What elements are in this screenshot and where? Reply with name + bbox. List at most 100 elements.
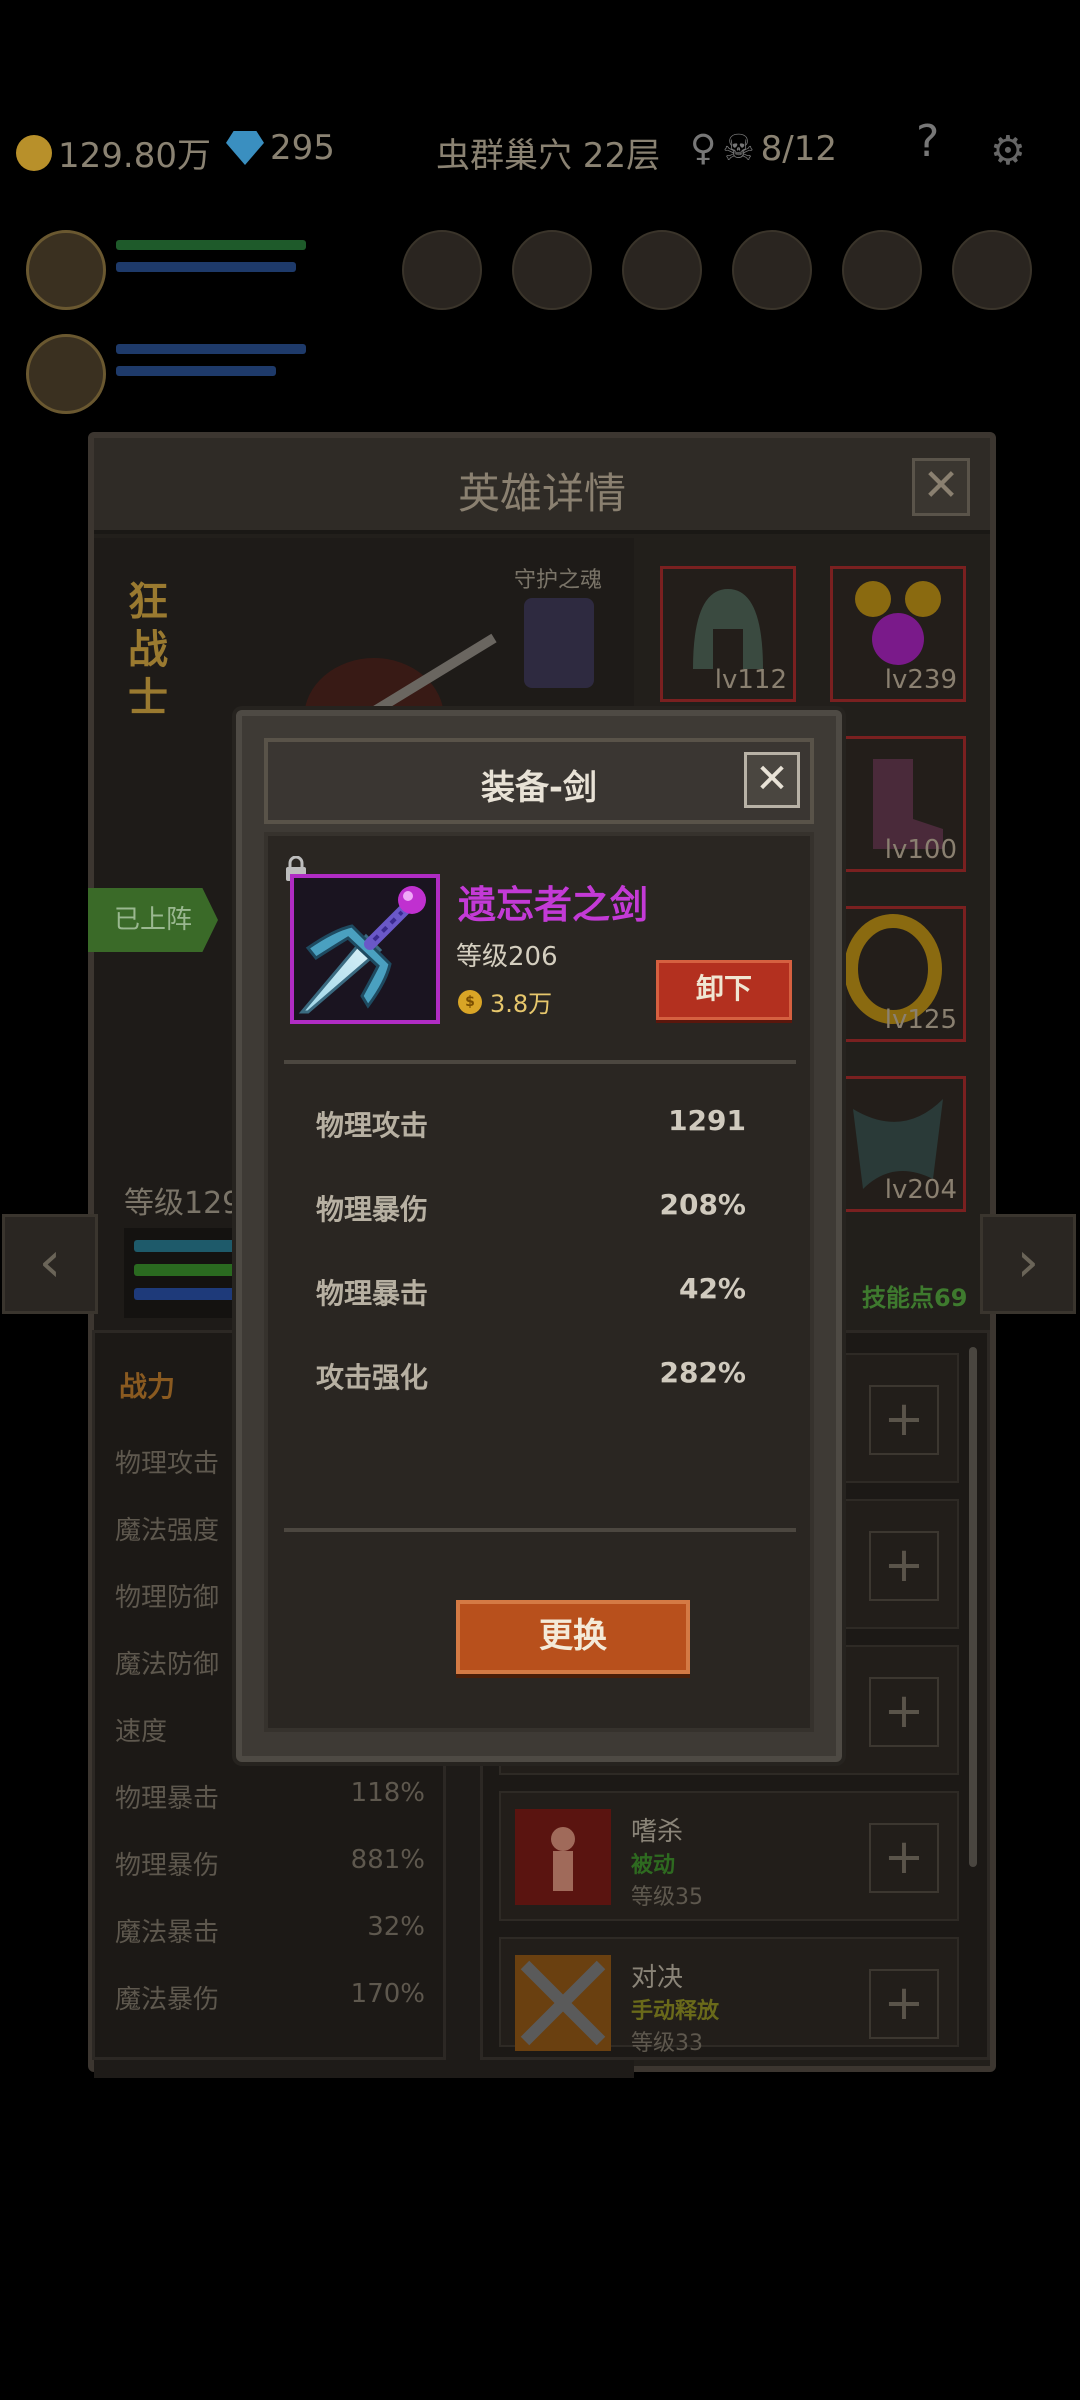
skill-level: 等级35 — [631, 1885, 703, 1910]
hero-details-close-button[interactable]: ✕ — [912, 458, 970, 516]
hero-portrait[interactable] — [26, 230, 106, 310]
item-name: 遗忘者之剑 — [458, 883, 649, 927]
item-price-value: 3.8万 — [490, 990, 553, 1018]
gold-coin-icon: $ — [458, 989, 482, 1014]
equip-slot-necklace[interactable]: lv239 — [830, 566, 966, 702]
next-hero-button[interactable]: › — [980, 1214, 1076, 1314]
equip-slot-offhand[interactable]: lv204 — [830, 1076, 966, 1212]
gem-amount: 295 — [270, 128, 335, 168]
mp-bar — [116, 366, 276, 376]
equip-level: lv125 — [884, 1005, 957, 1035]
close-button[interactable]: ✕ — [744, 752, 800, 808]
skill-type: 被动 — [631, 1853, 676, 1878]
stat-name: 魔法强度 — [115, 1516, 220, 1546]
stat-name: 魔法暴伤 — [115, 1985, 220, 2015]
unequip-button[interactable]: 卸下 — [656, 960, 792, 1020]
equip-slot-ring[interactable]: lv125 — [830, 906, 966, 1042]
gold-coin-icon — [16, 134, 52, 171]
upgrade-skill-button[interactable]: + — [869, 1823, 939, 1893]
attribute-name: 物理攻击 — [316, 1109, 429, 1142]
duel-skill-icon — [515, 1955, 611, 2051]
divider — [284, 1528, 796, 1532]
equip-level: lv100 — [884, 835, 957, 865]
skill-level: 等级33 — [631, 2031, 703, 2056]
attribute-name: 攻击强化 — [316, 1361, 429, 1394]
stat-row: 物理暴击 118% — [115, 1778, 425, 1815]
gem-icon — [226, 131, 264, 165]
guardian-soul-label: 守护之魂 — [514, 568, 603, 593]
stat-name: 物理攻击 — [115, 1449, 220, 1479]
skill-points: 技能点69 — [862, 1284, 968, 1312]
settings-icon[interactable]: ⚙ — [990, 128, 1026, 174]
stat-row: 物理暴伤 881% — [115, 1845, 425, 1882]
gem-counter: 295 — [226, 128, 335, 168]
skill-slot[interactable] — [402, 230, 482, 310]
guardian-soul-icon[interactable] — [524, 598, 594, 688]
attribute-value: 282% — [659, 1356, 746, 1389]
item-icon-frame[interactable] — [290, 874, 440, 1024]
equip-level: lv204 — [884, 1175, 957, 1205]
team-row — [0, 210, 1080, 414]
skill-slot[interactable] — [732, 230, 812, 310]
key-icon: ♀ — [690, 128, 717, 169]
equipment-dialog-body: 遗忘者之剑 等级206 $ 3.8万 卸下 物理攻击 1291 物理暴伤 208… — [264, 832, 814, 1732]
skill-slot[interactable] — [842, 230, 922, 310]
skill-name: 嗜杀 — [631, 1817, 684, 1847]
skill-slot[interactable] — [512, 230, 592, 310]
item-level: 等级206 — [456, 942, 558, 972]
attribute-value: 1291 — [668, 1104, 746, 1137]
previous-hero-button[interactable]: ‹ — [2, 1214, 98, 1314]
hp-bar — [116, 344, 306, 354]
attribute-name: 物理暴伤 — [316, 1193, 429, 1226]
divider — [284, 1060, 796, 1064]
stat-name: 物理暴击 — [115, 1784, 220, 1814]
key-counter: ♀ ☠ 8/12 — [690, 128, 837, 169]
bloodlust-skill-icon — [515, 1809, 611, 1905]
stat-value: 170% — [350, 1979, 425, 2009]
skill-type: 手动释放 — [631, 1999, 720, 2024]
attribute-row: 物理暴伤 208% — [316, 1188, 746, 1228]
skill-card: 对决 手动释放 等级33 + — [499, 1937, 959, 2056]
skill-slot[interactable] — [952, 230, 1032, 310]
hero-details-title: 英雄详情 — [457, 469, 626, 518]
stat-value: 32% — [367, 1912, 425, 1942]
attribute-row: 物理暴击 42% — [316, 1272, 746, 1312]
hero-portrait[interactable] — [26, 334, 106, 414]
item-price: $ 3.8万 — [458, 984, 552, 1019]
equipment-dialog: 装备-剑 ✕ 遗忘者之剑 等级206 $ 3.8万 卸下 物理攻击 1291 物… — [236, 710, 842, 1762]
upgrade-skill-button[interactable]: + — [869, 1385, 939, 1455]
stat-name: 魔法暴击 — [115, 1918, 220, 1948]
stat-name: 魔法防御 — [115, 1650, 220, 1680]
skill-name: 对决 — [631, 1963, 684, 1993]
equipment-dialog-title: 装备-剑 — [480, 768, 598, 808]
stat-row: 魔法暴伤 170% — [115, 1979, 425, 2016]
replace-button[interactable]: 更换 — [456, 1600, 690, 1674]
upgrade-skill-button[interactable]: + — [869, 1969, 939, 2039]
attribute-row: 物理攻击 1291 — [316, 1104, 746, 1144]
stat-name: 速度 — [115, 1717, 168, 1747]
skull-icon: ☠ — [722, 128, 755, 169]
mp-bar — [116, 262, 296, 272]
upgrade-skill-button[interactable]: + — [869, 1677, 939, 1747]
skill-slot[interactable] — [622, 230, 702, 310]
help-button[interactable]: ? — [916, 116, 939, 167]
deployed-tag: 已上阵 — [88, 888, 218, 952]
stats-title: 战力 — [119, 1370, 176, 1403]
sword-icon — [294, 878, 436, 1020]
attribute-value: 42% — [678, 1272, 746, 1305]
equip-level: lv112 — [714, 665, 787, 695]
stat-row: 魔法暴击 32% — [115, 1912, 425, 1949]
equipment-dialog-header: 装备-剑 ✕ — [264, 738, 814, 824]
skills-scrollbar[interactable] — [969, 1347, 977, 1867]
equip-level: lv239 — [884, 665, 957, 695]
gold-counter: 129.80万 — [16, 128, 211, 177]
equip-slot-boots[interactable]: lv100 — [830, 736, 966, 872]
upgrade-skill-button[interactable]: + — [869, 1531, 939, 1601]
stat-name: 物理防御 — [115, 1583, 220, 1613]
skill-card: 嗜杀 被动 等级35 + — [499, 1791, 959, 1921]
key-amount: 8/12 — [760, 128, 838, 169]
gold-amount: 129.80万 — [58, 136, 211, 176]
equip-slot-helmet[interactable]: lv112 — [660, 566, 796, 702]
hero-level: 等级129 — [124, 1186, 242, 1221]
hero-details-header: 英雄详情 ✕ — [94, 438, 990, 534]
